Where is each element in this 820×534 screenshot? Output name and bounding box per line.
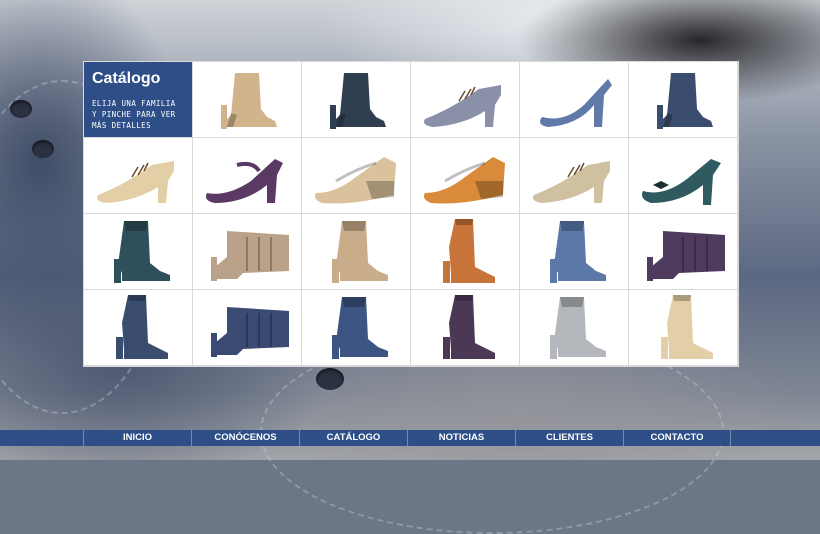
product-thumbnail[interactable] [302, 62, 410, 137]
ankle-boot-shoe-image [221, 72, 277, 129]
slouch-boot-shoe-image [211, 230, 289, 281]
product-thumbnail[interactable] [520, 62, 628, 137]
product-thumbnail[interactable] [302, 290, 410, 365]
product-thumbnail[interactable] [629, 62, 737, 137]
product-thumbnail[interactable] [193, 290, 301, 365]
tall-boot-shoe-image [443, 218, 495, 283]
nav-item-4[interactable]: CLIENTES [515, 430, 623, 446]
product-thumbnail[interactable] [302, 138, 410, 213]
product-thumbnail[interactable] [84, 138, 192, 213]
product-thumbnail[interactable] [84, 290, 192, 365]
main-nav: INICIO CONÓCENOS CATÁLOGO NOTICIAS CLIENTES C… [0, 430, 820, 446]
tall-boot-shoe-image [443, 294, 495, 359]
wedge-shoe-image [314, 156, 396, 203]
product-thumbnail[interactable] [84, 214, 192, 289]
product-thumbnail[interactable] [411, 62, 519, 137]
background-eyelet [32, 140, 54, 158]
background-eyelet [10, 100, 32, 118]
background-eyelet [316, 368, 344, 390]
nav-item-1[interactable]: CONÓCENOS [191, 430, 299, 446]
nav-item-2[interactable]: CATÁLOGO [299, 430, 407, 446]
strap-pump-shoe-image [206, 158, 283, 203]
lace-pump-shoe-image [424, 84, 501, 127]
product-thumbnail[interactable] [629, 290, 737, 365]
short-boot-shoe-image [114, 220, 170, 283]
catalog-grid: Catálogo ELIJA UNA FAMILIA Y PINCHE PARA… [83, 61, 739, 367]
slouch-boot-shoe-image [647, 230, 725, 281]
bow-pump-shoe-image [642, 158, 721, 205]
catalog-title: Catálogo [92, 70, 161, 87]
short-boot-shoe-image [332, 296, 388, 359]
lace-pump-shoe-image [97, 160, 174, 203]
short-boot-shoe-image [550, 296, 606, 359]
tall-boot-shoe-image [661, 294, 713, 359]
nav-item-3[interactable]: NOTICIAS [407, 430, 515, 446]
nav-item-5[interactable]: CONTACTO [623, 430, 731, 446]
tall-boot-shoe-image [116, 294, 168, 359]
ankle-boot-shoe-image [657, 72, 713, 129]
product-thumbnail[interactable] [411, 290, 519, 365]
product-thumbnail[interactable] [520, 290, 628, 365]
product-thumbnail[interactable] [302, 214, 410, 289]
short-boot-shoe-image [550, 220, 606, 283]
pump-shoe-image [540, 78, 612, 127]
product-thumbnail[interactable] [520, 138, 628, 213]
wedge-shoe-image [423, 156, 505, 203]
product-thumbnail[interactable] [520, 214, 628, 289]
nav-item-0[interactable]: INICIO [83, 430, 191, 446]
lace-pump-shoe-image [533, 160, 610, 203]
product-thumbnail[interactable] [411, 138, 519, 213]
ankle-boot-shoe-image [330, 72, 386, 129]
product-thumbnail[interactable] [411, 214, 519, 289]
product-thumbnail[interactable] [629, 214, 737, 289]
catalog-instructions: ELIJA UNA FAMILIA Y PINCHE PARA VER MÁS … [92, 99, 176, 130]
product-thumbnail[interactable] [193, 62, 301, 137]
product-thumbnail[interactable] [193, 138, 301, 213]
short-boot-shoe-image [332, 220, 388, 283]
product-thumbnail[interactable] [629, 138, 737, 213]
product-thumbnail[interactable] [193, 214, 301, 289]
catalog-intro: Catálogo ELIJA UNA FAMILIA Y PINCHE PARA… [84, 62, 192, 137]
slouch-boot-shoe-image [211, 306, 289, 357]
